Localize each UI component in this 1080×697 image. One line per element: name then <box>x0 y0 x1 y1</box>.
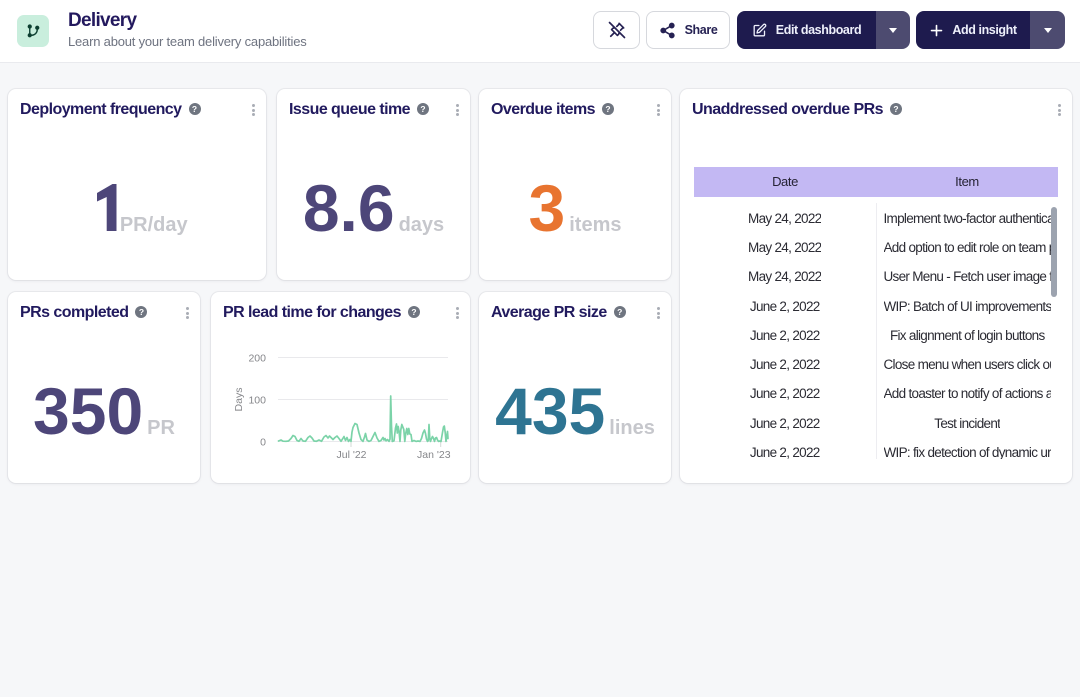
svg-text:Days: Days <box>233 388 245 412</box>
svg-text:Jan '23: Jan '23 <box>417 449 451 461</box>
svg-text:Jul '22: Jul '22 <box>336 449 366 461</box>
svg-text:0: 0 <box>260 437 266 449</box>
svg-text:100: 100 <box>248 395 266 407</box>
svg-text:200: 200 <box>248 353 266 365</box>
